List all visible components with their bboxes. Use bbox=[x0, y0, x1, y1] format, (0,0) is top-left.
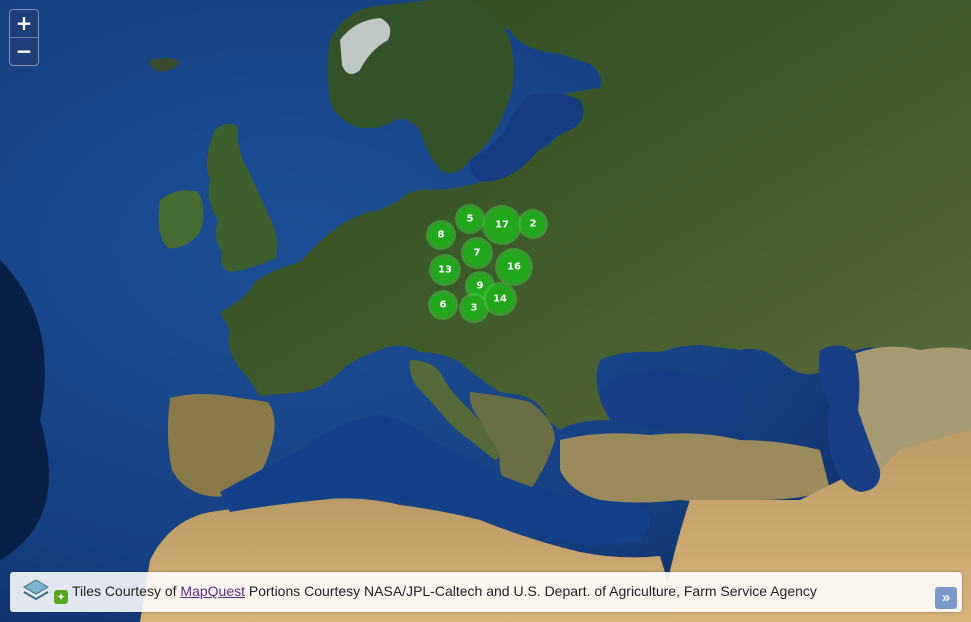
satellite-map[interactable]: 5 17 2 8 7 13 16 9 6 3 14 bbox=[0, 0, 971, 622]
cluster-marker[interactable]: 14 bbox=[483, 282, 517, 316]
cluster-marker[interactable]: 5 bbox=[455, 204, 485, 234]
zoom-in-button[interactable]: + bbox=[10, 10, 38, 37]
cluster-marker[interactable]: 8 bbox=[426, 220, 456, 250]
cluster-count: 17 bbox=[495, 220, 509, 231]
cluster-marker[interactable]: 13 bbox=[429, 254, 461, 286]
attribution-suffix: Portions Courtesy NASA/JPL-Caltech and U… bbox=[248, 583, 817, 599]
attribution-text: Tiles Courtesy of MapQuest Portions Cour… bbox=[72, 583, 817, 599]
expand-attribution-button[interactable]: » bbox=[935, 587, 957, 609]
cluster-marker[interactable]: 2 bbox=[518, 209, 548, 239]
attribution-prefix: Tiles Courtesy of bbox=[72, 583, 177, 599]
cluster-count: 14 bbox=[493, 294, 507, 305]
cluster-count: 16 bbox=[507, 262, 521, 273]
cluster-count: 7 bbox=[474, 248, 481, 259]
cluster-count: 8 bbox=[438, 230, 445, 241]
cluster-marker[interactable]: 16 bbox=[495, 248, 533, 286]
zoom-out-button[interactable]: − bbox=[10, 37, 38, 65]
layers-icon[interactable] bbox=[22, 577, 50, 610]
cluster-count: 13 bbox=[438, 265, 452, 276]
cluster-count: 3 bbox=[471, 303, 478, 314]
cluster-marker[interactable]: 6 bbox=[428, 290, 458, 320]
cluster-marker[interactable]: 7 bbox=[461, 237, 493, 269]
cluster-marker[interactable]: 17 bbox=[482, 205, 522, 245]
cluster-count: 2 bbox=[530, 219, 537, 230]
mapquest-link[interactable]: MapQuest bbox=[180, 583, 245, 599]
zoom-control: + − bbox=[9, 9, 39, 66]
cluster-count: 6 bbox=[440, 300, 447, 311]
attribution-bar: ✦ Tiles Courtesy of MapQuest Portions Co… bbox=[10, 572, 962, 612]
cluster-count: 5 bbox=[467, 214, 474, 225]
cluster-count: 9 bbox=[477, 281, 484, 292]
mapquest-logo-icon: ✦ bbox=[54, 590, 68, 604]
